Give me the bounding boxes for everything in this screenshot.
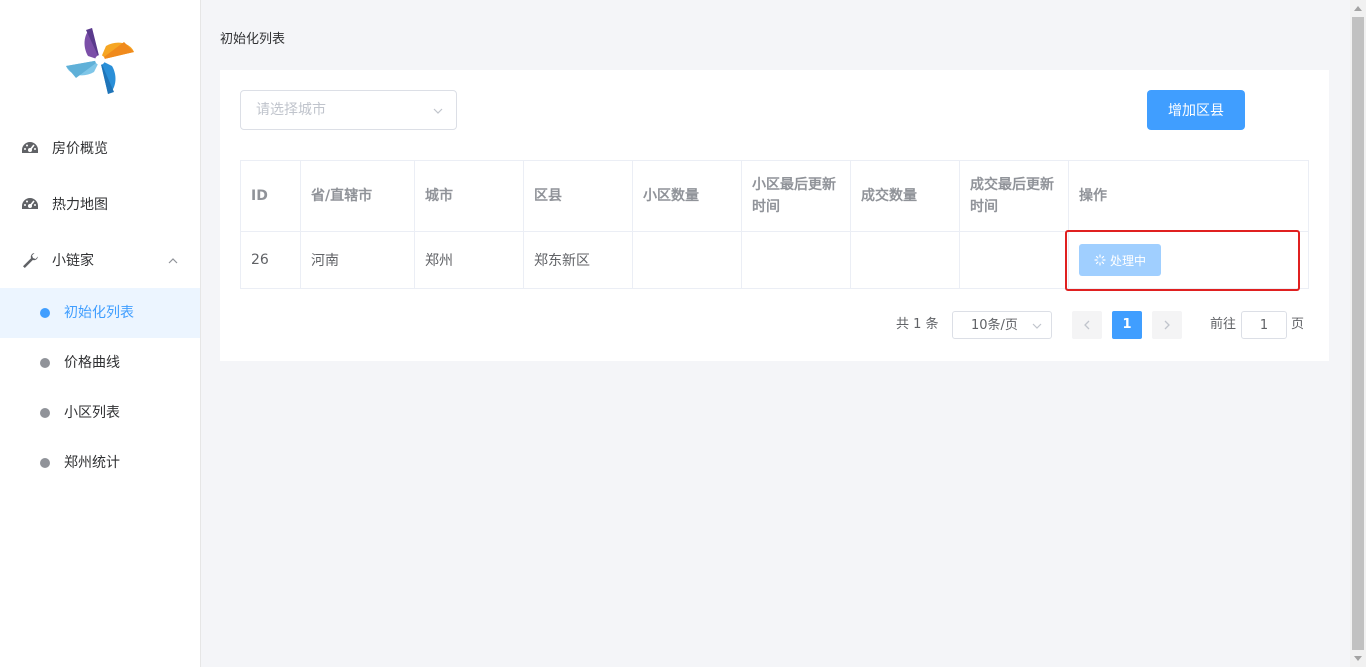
pagination-total: 共 1 条 <box>896 317 939 332</box>
scroll-up-arrow-icon[interactable] <box>1354 5 1362 11</box>
sidebar-subitem-price-curve[interactable]: 价格曲线 <box>0 338 200 388</box>
page-number-current[interactable]: 1 <box>1112 311 1142 339</box>
add-district-button[interactable]: 增加区县 <box>1147 90 1245 130</box>
column-header: 小区最后更新时间 <box>741 160 851 232</box>
chevron-down-icon <box>1032 323 1042 329</box>
bullet-icon <box>40 408 50 418</box>
column-header: 操作 <box>1068 160 1309 232</box>
dashboard-icon <box>22 198 38 209</box>
sidebar-subitem-label: 初始化列表 <box>64 305 134 321</box>
bullet-icon <box>40 308 50 318</box>
sidebar-item-label: 小链家 <box>52 253 94 269</box>
column-header: 小区数量 <box>632 160 742 232</box>
content-card: 请选择城市 增加区县 ID 省/直辖市 城市 区县 小区数量 小区最后更新时间 … <box>220 70 1329 361</box>
table-header-row: ID 省/直辖市 城市 区县 小区数量 小区最后更新时间 成交数量 成交最后更新… <box>240 160 1309 232</box>
sidebar-item-label: 房价概览 <box>52 141 108 157</box>
bullet-icon <box>40 358 50 368</box>
chevron-down-icon <box>433 108 443 114</box>
sidebar: 房价概览 热力地图 小链家 初始化列表 价格曲线 小区列表 郑州统计 <box>0 0 201 667</box>
sidebar-subitem-label: 郑州统计 <box>64 455 120 471</box>
goto-suffix-label: 页 <box>1291 317 1305 332</box>
bullet-icon <box>40 458 50 468</box>
highlight-annotation-box <box>1065 230 1300 291</box>
cell-city: 郑州 <box>414 231 524 289</box>
cell-deal-count <box>850 231 960 289</box>
city-select[interactable]: 请选择城市 <box>240 90 457 130</box>
dashboard-icon <box>22 142 38 153</box>
cell-community-updated <box>741 231 851 289</box>
column-header: 成交数量 <box>850 160 960 232</box>
sidebar-subitem-init-list[interactable]: 初始化列表 <box>0 288 200 338</box>
page-title: 初始化列表 <box>220 32 286 47</box>
column-header: 成交最后更新时间 <box>959 160 1069 232</box>
pinwheel-logo-icon <box>66 28 134 94</box>
wrench-icon <box>23 253 38 268</box>
chevron-right-icon <box>1164 320 1170 330</box>
goto-label: 前往 <box>1210 317 1237 332</box>
next-page-button[interactable] <box>1152 311 1182 339</box>
cell-deal-updated <box>959 231 1069 289</box>
sidebar-item-xiaolianjia[interactable]: 小链家 <box>0 236 200 286</box>
sidebar-item-label: 热力地图 <box>52 197 108 213</box>
column-header: 省/直辖市 <box>300 160 415 232</box>
sidebar-item-price-overview[interactable]: 房价概览 <box>0 124 200 174</box>
page-size-value: 10条/页 <box>971 318 1018 333</box>
page-size-select[interactable]: 10条/页 <box>952 311 1052 339</box>
cell-id: 26 <box>240 231 301 289</box>
column-header: ID <box>240 160 301 232</box>
city-select-placeholder: 请选择城市 <box>256 102 326 118</box>
chevron-up-icon <box>168 258 178 264</box>
sidebar-subitem-label: 小区列表 <box>64 405 120 421</box>
sidebar-subitem-community-list[interactable]: 小区列表 <box>0 388 200 438</box>
scrollbar-thumb[interactable] <box>1352 17 1364 650</box>
column-header: 城市 <box>414 160 524 232</box>
vertical-scrollbar[interactable] <box>1350 0 1366 667</box>
sidebar-subitem-label: 价格曲线 <box>64 355 120 371</box>
sidebar-subitem-zhengzhou-stats[interactable]: 郑州统计 <box>0 438 200 488</box>
scroll-down-arrow-icon[interactable] <box>1354 656 1362 662</box>
sidebar-item-heatmap[interactable]: 热力地图 <box>0 180 200 230</box>
cell-province: 河南 <box>300 231 415 289</box>
cell-district: 郑东新区 <box>523 231 633 289</box>
column-header: 区县 <box>523 160 633 232</box>
goto-page-input[interactable] <box>1241 311 1287 339</box>
cell-community-count <box>632 231 742 289</box>
chevron-left-icon <box>1084 320 1090 330</box>
prev-page-button[interactable] <box>1072 311 1102 339</box>
